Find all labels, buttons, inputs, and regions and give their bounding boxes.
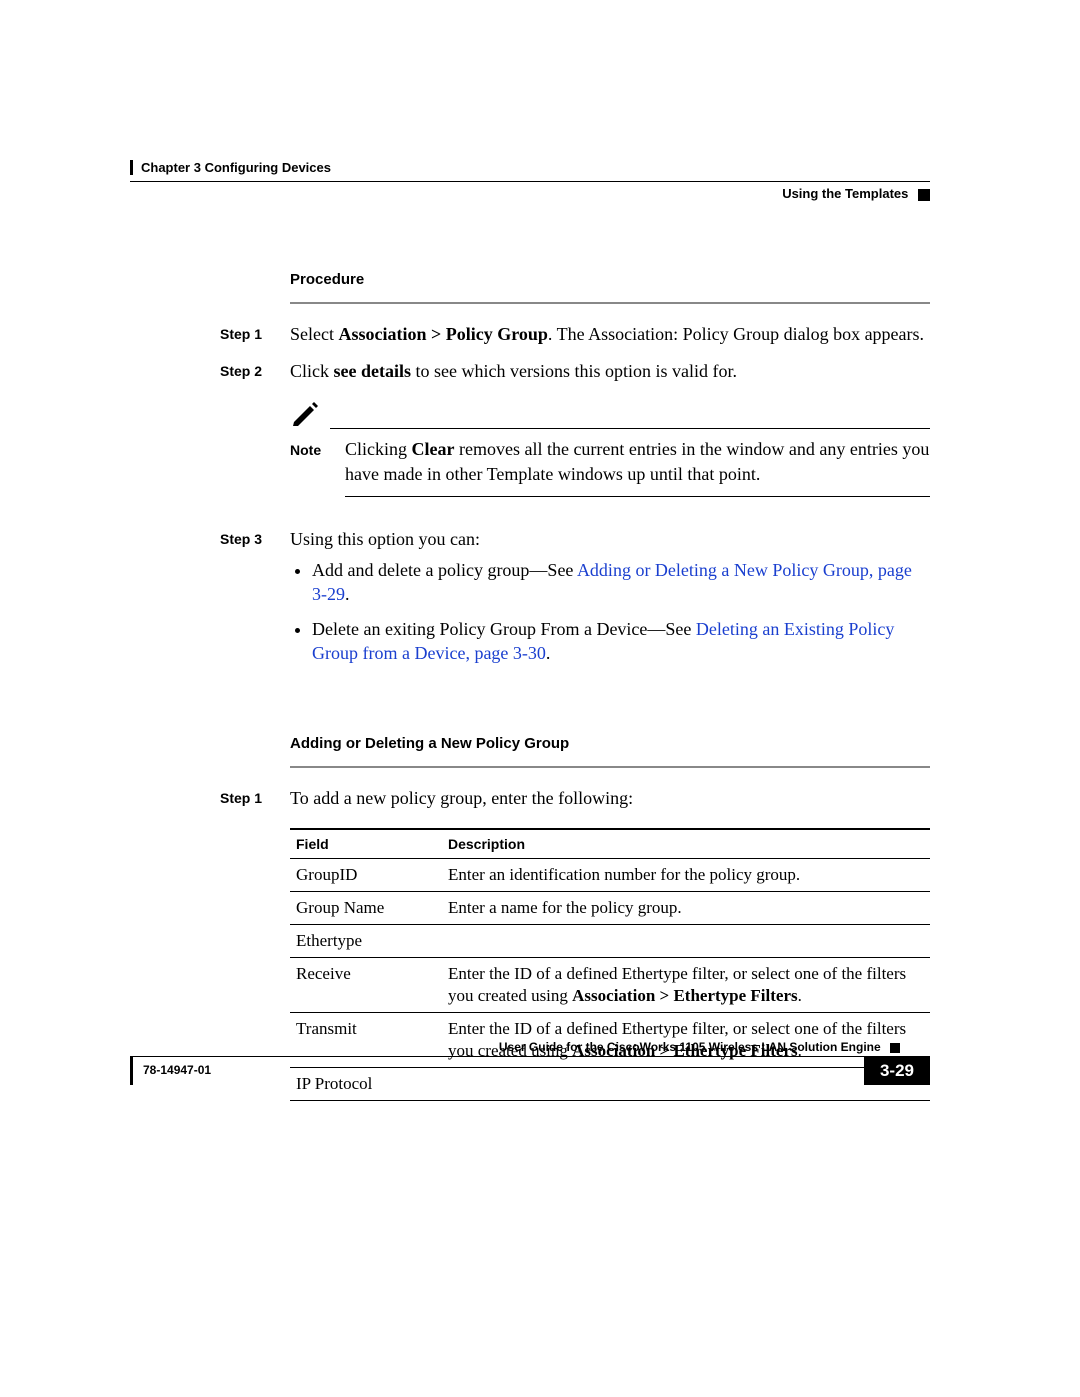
table-header-description: Description	[442, 829, 930, 859]
field-groupname: Group Name	[290, 891, 442, 924]
section-label: Using the Templates	[782, 186, 908, 201]
table-row: GroupID Enter an identification number f…	[290, 858, 930, 891]
field-receive: Receive	[290, 957, 442, 1012]
step-2-body: Click see details to see which versions …	[290, 359, 930, 515]
field-ethertype: Ethertype	[290, 924, 442, 957]
table-header-field: Field	[290, 829, 442, 859]
section2-rule	[290, 766, 930, 768]
step-1-body: Select Association > Policy Group. The A…	[290, 322, 930, 347]
header-square-icon	[918, 189, 930, 201]
desc-groupid: Enter an identification number for the p…	[442, 858, 930, 891]
subheading-add-delete-policy-group: Adding or Deleting a New Policy Group	[290, 735, 930, 752]
pencil-icon	[290, 400, 330, 431]
step-1-label: Step 1	[220, 322, 290, 347]
desc-groupname: Enter a name for the policy group.	[442, 891, 930, 924]
table-row: Receive Enter the ID of a defined Ethert…	[290, 957, 930, 1012]
note-label: Note	[290, 437, 345, 486]
table-row: Group Name Enter a name for the policy g…	[290, 891, 930, 924]
procedure-rule	[290, 302, 930, 304]
step-3-label: Step 3	[220, 527, 290, 675]
footer-page-number: 3-29	[864, 1057, 930, 1085]
footer-doc-number: 78-14947-01	[130, 1057, 864, 1085]
footer-doc-title: User Guide for the CiscoWorks 1105 Wirel…	[499, 1040, 881, 1054]
chapter-label: Chapter 3 Configuring Devices	[130, 160, 930, 175]
footer-square-icon	[890, 1043, 900, 1053]
procedure-heading: Procedure	[290, 271, 930, 288]
field-groupid: GroupID	[290, 858, 442, 891]
step-3-intro: Using this option you can:	[290, 527, 930, 552]
header-rule	[130, 181, 930, 182]
step-3-bullet-1: Add and delete a policy group—See Adding…	[312, 558, 930, 607]
note-text: Clicking Clear removes all the current e…	[345, 437, 930, 486]
section2-step-1-label: Step 1	[220, 786, 290, 811]
table-row: Ethertype	[290, 924, 930, 957]
section2-step-1-body: To add a new policy group, enter the fol…	[290, 786, 930, 811]
desc-receive: Enter the ID of a defined Ethertype filt…	[442, 957, 930, 1012]
step-2-label: Step 2	[220, 359, 290, 515]
step-3-bullet-2: Delete an exiting Policy Group From a De…	[312, 617, 930, 666]
